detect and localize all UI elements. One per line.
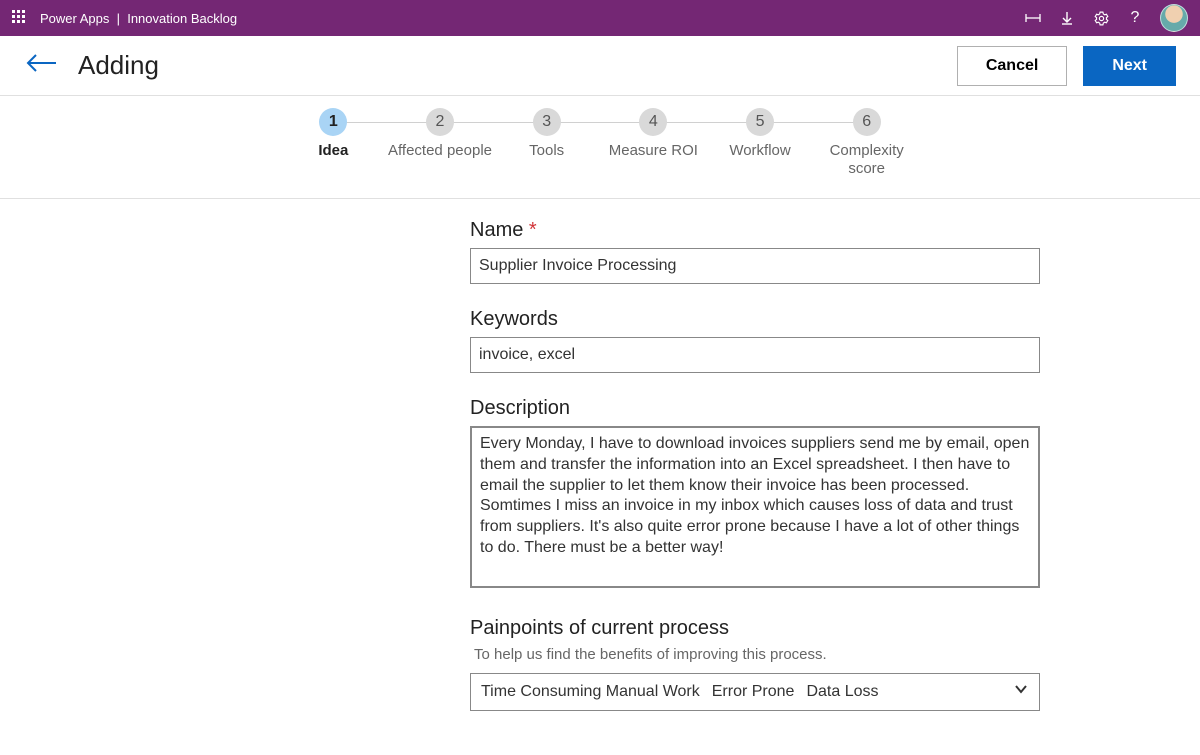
step-tools[interactable]: 3 Tools — [493, 108, 600, 160]
next-button[interactable]: Next — [1083, 46, 1176, 86]
step-label-2: Affected people — [388, 142, 492, 160]
page-header: Adding Cancel Next — [0, 36, 1200, 96]
brand-text: Power Apps — [40, 11, 109, 26]
painpoints-label: Painpoints of current process — [470, 617, 1040, 640]
painpoints-helper: To help us find the benefits of improvin… — [474, 646, 1040, 663]
keywords-input[interactable] — [470, 337, 1040, 373]
painpoints-chip: Time Consuming Manual Work — [481, 683, 700, 701]
step-circle-2: 2 — [426, 108, 454, 136]
step-circle-6: 6 — [853, 108, 881, 136]
step-circle-5: 5 — [746, 108, 774, 136]
keywords-label: Keywords — [470, 308, 1040, 331]
step-complexity-score[interactable]: 6 Complexity score — [813, 108, 920, 178]
download-icon[interactable] — [1058, 9, 1076, 27]
required-asterisk: * — [529, 219, 537, 241]
help-icon[interactable]: ? — [1126, 9, 1144, 27]
gear-icon[interactable] — [1092, 9, 1110, 27]
step-affected-people[interactable]: 2 Affected people — [387, 108, 494, 160]
step-circle-4: 4 — [639, 108, 667, 136]
step-line — [340, 122, 860, 123]
steps-container: 1 Idea 2 Affected people 3 Tools 4 Measu… — [0, 96, 1200, 199]
step-workflow[interactable]: 5 Workflow — [707, 108, 814, 160]
page-title: Adding — [78, 50, 159, 81]
app-name: Innovation Backlog — [127, 11, 237, 26]
step-circle-1: 1 — [319, 108, 347, 136]
cancel-button[interactable]: Cancel — [957, 46, 1067, 86]
step-idea[interactable]: 1 Idea — [280, 108, 387, 160]
step-label-1: Idea — [318, 142, 348, 160]
painpoints-chip: Error Prone — [712, 683, 795, 701]
avatar[interactable] — [1160, 4, 1188, 32]
name-input[interactable] — [470, 248, 1040, 284]
step-label-5: Workflow — [729, 142, 790, 160]
top-bar: Power Apps | Innovation Backlog ? — [0, 0, 1200, 36]
step-label-3: Tools — [529, 142, 564, 160]
step-label-6: Complexity score — [813, 142, 920, 178]
name-label: Name * — [470, 219, 1040, 242]
painpoints-chip: Data Loss — [806, 683, 878, 701]
back-arrow-icon[interactable] — [24, 51, 60, 80]
painpoints-values: Time Consuming Manual Work Error Prone D… — [481, 683, 879, 701]
step-label-4: Measure ROI — [609, 142, 698, 160]
brand-label: Power Apps | Innovation Backlog — [40, 11, 237, 26]
painpoints-select[interactable]: Time Consuming Manual Work Error Prone D… — [470, 673, 1040, 711]
form-area: Name * Keywords Description Painpoints o… — [160, 219, 1040, 755]
description-textarea[interactable] — [470, 426, 1040, 588]
step-circle-3: 3 — [533, 108, 561, 136]
step-measure-roi[interactable]: 4 Measure ROI — [600, 108, 707, 160]
waffle-icon[interactable] — [12, 10, 28, 26]
description-label: Description — [470, 397, 1040, 420]
fit-icon[interactable] — [1024, 9, 1042, 27]
chevron-down-icon — [1013, 681, 1029, 702]
